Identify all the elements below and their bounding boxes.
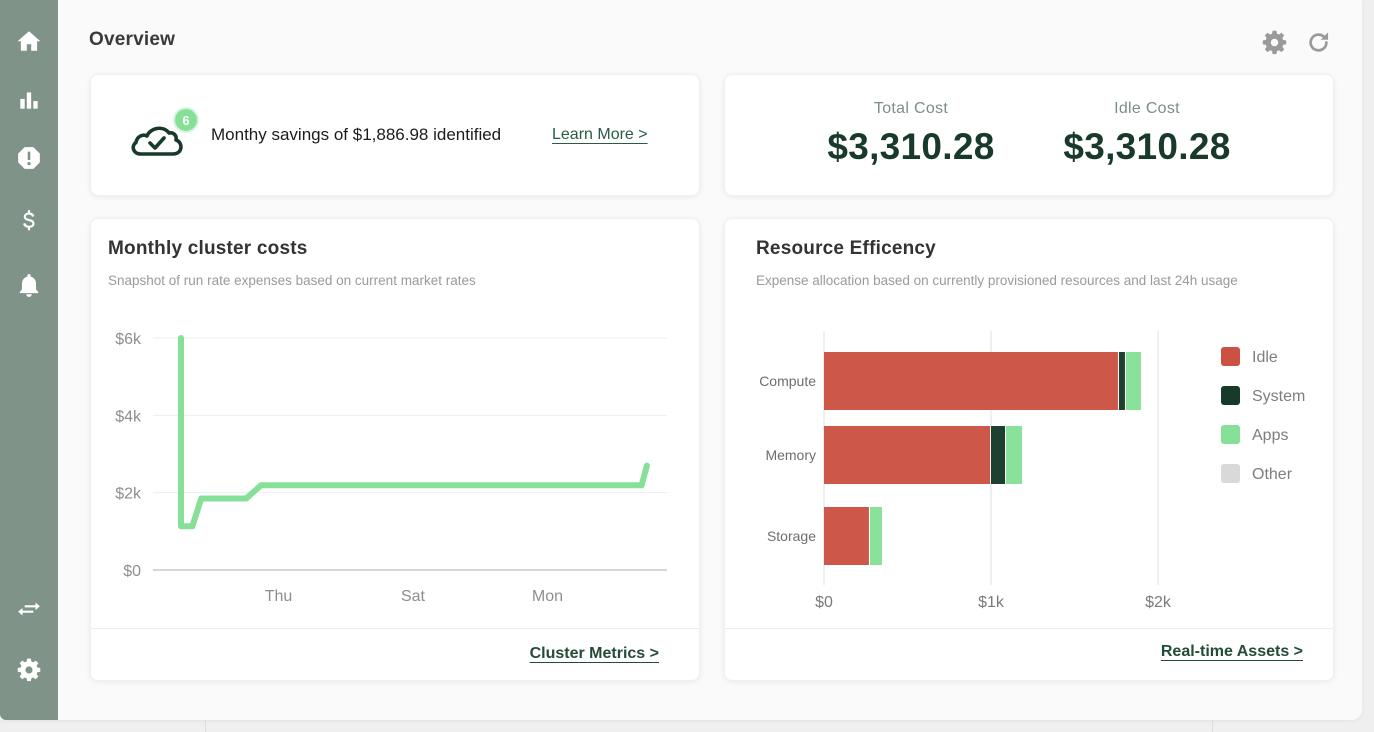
legend-swatch-system	[1221, 386, 1240, 405]
total-cost: Total Cost $3,310.28	[801, 100, 1021, 168]
legend-label-system: System	[1252, 388, 1305, 405]
page-title: Overview	[89, 29, 176, 50]
card-divider	[725, 628, 1333, 629]
y-tick-label: $2k	[115, 486, 142, 503]
cluster-costs-title: Monthly cluster costs	[108, 238, 308, 259]
resource-efficiency-title: Resource Efficency	[756, 238, 936, 259]
bar-compute-idle	[824, 352, 1118, 410]
total-cost-value: $3,310.28	[827, 126, 995, 167]
resource-efficiency-card: Resource Efficency Expense allocation ba…	[724, 218, 1334, 681]
y-tick-label: $0	[123, 563, 141, 580]
sidebar-item-savings[interactable]	[14, 206, 44, 236]
sidebar-item-alerts[interactable]	[14, 143, 44, 173]
total-cost-label: Total Cost	[873, 100, 949, 117]
savings-count-badge: 6	[173, 107, 199, 133]
resource-efficiency-subtitle: Expense allocation based on currently pr…	[756, 273, 1238, 288]
bar-compute-apps	[1125, 352, 1141, 410]
x-tick-label: $1k	[978, 594, 1005, 611]
real-time-assets-link[interactable]: Real-time Assets >	[1161, 643, 1303, 661]
x-tick-label: Sat	[401, 588, 426, 605]
home-icon	[17, 31, 41, 51]
alert-octagon-icon	[18, 147, 40, 169]
bar-memory-apps	[1006, 426, 1023, 484]
series-line-run-rate	[178, 335, 650, 530]
legend-label-apps: Apps	[1252, 427, 1288, 444]
background-divider	[205, 720, 206, 732]
sidebar-item-settings[interactable]	[14, 655, 44, 685]
category-label: Storage	[767, 528, 816, 544]
sidebar-item-switch-context[interactable]	[14, 594, 44, 624]
cluster-cost-line-chart: $0 $2k $4k $6k Thu Sat Mon	[115, 331, 667, 605]
cluster-metrics-link[interactable]: Cluster Metrics >	[530, 645, 659, 663]
bell-icon	[19, 274, 39, 297]
resource-efficiency-bar-chart: $0 $1k $2k Compute Memory Storage Idle System Ap…	[759, 331, 1305, 611]
legend-label-idle: Idle	[1252, 349, 1278, 366]
learn-more-link[interactable]: Learn More >	[552, 126, 648, 144]
y-tick-label: $4k	[115, 408, 142, 425]
dollar-icon	[23, 210, 35, 231]
sidebar-item-reports[interactable]	[14, 85, 44, 115]
bar-memory-system	[991, 426, 1006, 484]
idle-cost: Idle Cost $3,310.28	[1037, 100, 1257, 168]
bar-memory-idle	[824, 426, 990, 484]
app-frame: Overview 6 Monthy savings of $1,886.98 i…	[0, 0, 1362, 720]
legend-swatch-apps	[1221, 425, 1240, 444]
bar-chart-icon	[20, 92, 38, 109]
bar-storage-apps	[869, 507, 882, 565]
sidebar	[0, 0, 58, 720]
swap-arrows-icon	[18, 602, 40, 616]
idle-cost-value: $3,310.28	[1063, 126, 1231, 167]
bar-storage-idle	[824, 507, 869, 565]
refresh-button[interactable]	[1303, 27, 1333, 57]
legend-label-other: Other	[1252, 466, 1293, 483]
sidebar-item-notifications[interactable]	[14, 270, 44, 300]
cost-summary-card: Total Cost $3,310.28 Idle Cost $3,310.28	[724, 74, 1334, 196]
background-divider	[1212, 720, 1213, 732]
legend-swatch-idle	[1221, 347, 1240, 366]
category-label: Compute	[759, 373, 816, 389]
sidebar-item-home[interactable]	[14, 26, 44, 56]
cluster-costs-subtitle: Snapshot of run rate expenses based on c…	[108, 273, 476, 288]
settings-button[interactable]	[1259, 27, 1289, 57]
y-tick-label: $6k	[115, 331, 142, 348]
x-tick-label: $0	[815, 594, 833, 611]
gear-icon	[1262, 30, 1286, 54]
x-tick-label: Mon	[532, 588, 563, 605]
category-label: Memory	[765, 447, 816, 463]
refresh-icon	[1308, 31, 1328, 52]
bar-compute-system	[1118, 352, 1125, 410]
x-tick-label: Thu	[265, 588, 293, 605]
x-tick-label: $2k	[1145, 594, 1172, 611]
legend-swatch-other	[1221, 464, 1240, 483]
savings-text: Monthy savings of $1,886.98 identified	[211, 125, 502, 144]
card-divider	[91, 628, 699, 629]
idle-cost-label: Idle Cost	[1114, 100, 1180, 117]
savings-card: 6 Monthy savings of $1,886.98 identified…	[90, 74, 700, 196]
gear-icon	[17, 658, 41, 682]
cluster-costs-card: Monthly cluster costs Snapshot of run ra…	[90, 218, 700, 681]
